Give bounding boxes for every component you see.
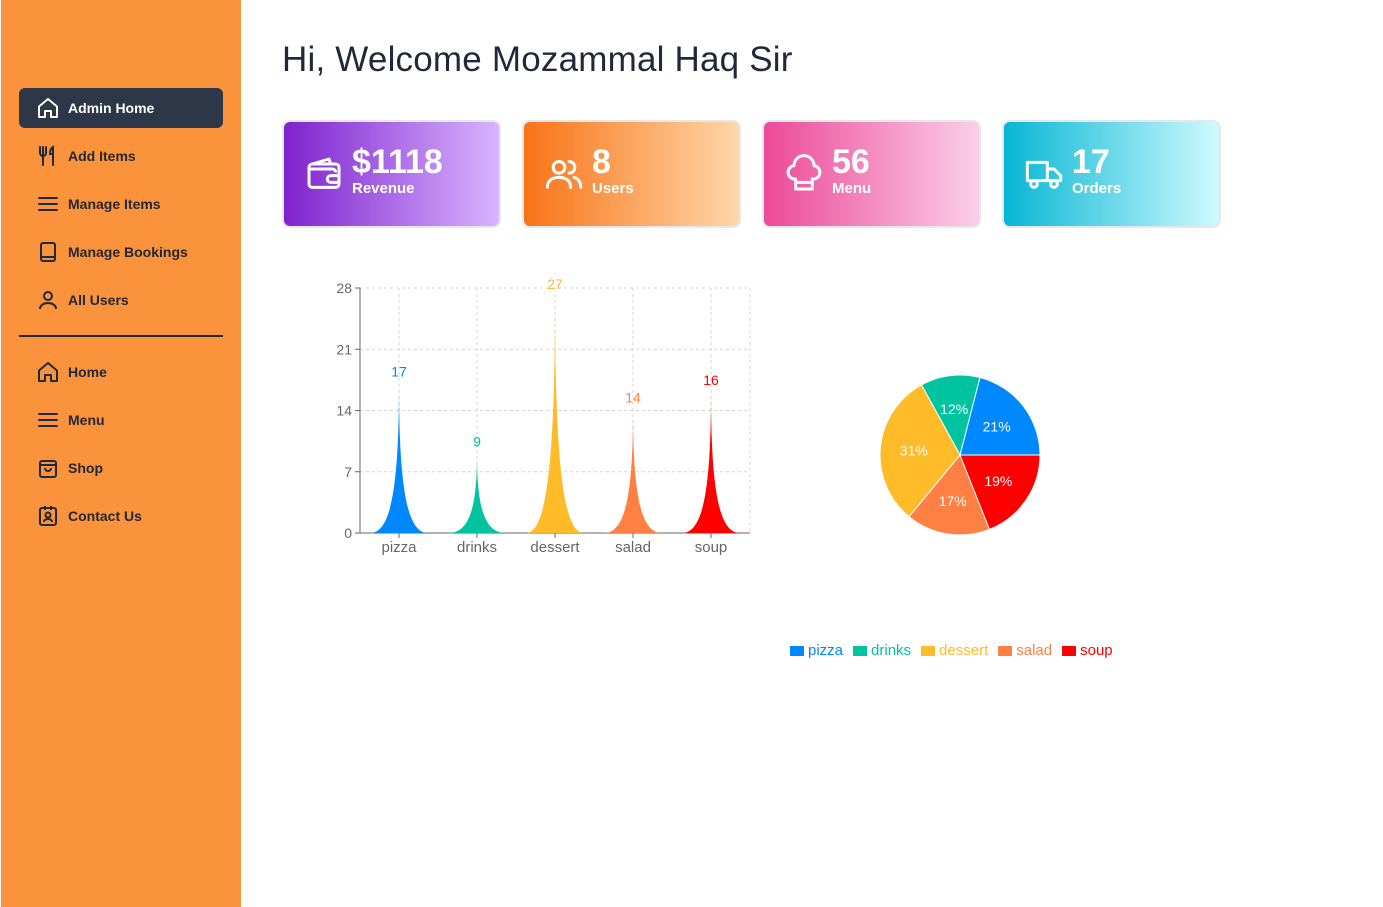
bar-drinks — [448, 454, 506, 533]
stat-value: $1118 — [352, 143, 443, 181]
pie-slice-label: 31% — [900, 443, 928, 459]
sidebar-item-add-items[interactable]: Add Items — [19, 136, 223, 176]
sidebar-item-label: All Users — [68, 292, 129, 308]
bar-data-label: 16 — [703, 372, 719, 388]
sidebar-item-label: Admin Home — [68, 100, 155, 116]
pie-chart: 21% 12% 31% 17% 19% — [879, 374, 1041, 536]
x-tick-label: salad — [615, 539, 651, 556]
utensils-icon — [36, 144, 68, 168]
menu-lines-icon — [36, 408, 68, 432]
menu-lines-icon — [36, 192, 68, 216]
pie-slice-label: 21% — [983, 419, 1011, 435]
stat-label: Menu — [832, 180, 872, 197]
admin-nav: Admin Home Add Items Manage Items Manage Bo… — [19, 88, 223, 328]
stat-label: Revenue — [352, 180, 415, 197]
shopping-bag-icon — [36, 456, 68, 480]
pie-slice-label: 19% — [984, 473, 1012, 489]
truck-icon — [1024, 154, 1064, 194]
sidebar-item-manage-bookings[interactable]: Manage Bookings — [19, 232, 223, 272]
stat-card-menu: 56 Menu — [762, 120, 981, 228]
legend-label: drinks — [871, 642, 912, 659]
sidebar-item-admin-home[interactable]: Admin Home — [19, 88, 223, 128]
x-tick-label: soup — [695, 539, 728, 556]
sidebar-item-label: Add Items — [68, 148, 136, 164]
pie-legend: pizza drinks dessert salad soup — [790, 642, 1123, 659]
chef-hat-icon — [784, 154, 824, 194]
sidebar-divider — [19, 335, 223, 337]
legend-swatch — [921, 645, 936, 656]
sidebar-item-label: Menu — [68, 412, 105, 428]
sidebar-item-label: Manage Items — [68, 196, 161, 212]
sidebar-item-label: Home — [68, 364, 107, 380]
stat-card-revenue: $1118 Revenue — [282, 120, 501, 228]
home-icon — [36, 96, 68, 120]
legend-item-dessert: dessert — [921, 642, 988, 659]
legend-label: soup — [1080, 642, 1113, 659]
stat-value: 56 — [832, 143, 870, 181]
legend-item-soup: soup — [1062, 642, 1113, 659]
bar-data-label: 17 — [391, 363, 407, 379]
sidebar-item-manage-items[interactable]: Manage Items — [19, 184, 223, 224]
legend-item-salad: salad — [998, 642, 1052, 659]
bar-data-label: 9 — [473, 433, 481, 449]
legend-swatch — [1062, 645, 1077, 656]
bar-dessert — [526, 296, 584, 533]
bar-chart: 0 7 14 21 28 17 pizza 9 drinks 27 dessert 14 salad 16… — [336, 276, 751, 556]
sidebar-item-label: Contact Us — [68, 508, 142, 524]
x-tick-label: drinks — [457, 539, 497, 556]
sidebar: Admin Home Add Items Manage Items Manage Bo… — [1, 0, 241, 907]
contact-card-icon — [36, 504, 68, 528]
sidebar-item-shop[interactable]: Shop — [19, 448, 223, 488]
sidebar-item-all-users[interactable]: All Users — [19, 280, 223, 320]
sidebar-item-home[interactable]: Home — [19, 352, 223, 392]
y-tick-label: 21 — [336, 341, 352, 357]
users-icon — [544, 154, 584, 194]
y-tick-label: 7 — [344, 464, 352, 480]
pie-slice-label: 17% — [939, 493, 967, 509]
x-tick-label: dessert — [530, 539, 580, 556]
y-tick-label: 0 — [344, 525, 352, 541]
stat-card-users: 8 Users — [522, 120, 741, 228]
bar-soup — [682, 393, 740, 533]
page-title: Hi, Welcome Mozammal Haq Sir — [282, 40, 793, 79]
bar-data-label: 14 — [625, 390, 641, 406]
y-tick-label: 14 — [336, 403, 352, 419]
home-icon — [36, 360, 68, 384]
legend-swatch — [790, 645, 804, 656]
bar-data-label: 27 — [547, 276, 563, 292]
legend-swatch — [853, 645, 868, 656]
stat-label: Users — [592, 180, 634, 197]
legend-item-pizza: pizza — [790, 642, 843, 659]
legend-item-drinks: drinks — [853, 642, 911, 659]
x-tick-label: pizza — [381, 539, 417, 556]
sidebar-item-label: Manage Bookings — [68, 244, 188, 260]
stat-card-orders: 17 Orders — [1002, 120, 1221, 228]
wallet-icon — [304, 154, 344, 194]
stat-value: 17 — [1072, 143, 1110, 181]
legend-label: dessert — [939, 642, 989, 659]
pie-slice-label: 12% — [940, 401, 968, 417]
y-tick-label: 28 — [336, 280, 352, 296]
sidebar-item-contact-us[interactable]: Contact Us — [19, 496, 223, 536]
stat-value: 8 — [592, 143, 611, 181]
book-icon — [36, 240, 68, 264]
stat-label: Orders — [1072, 180, 1122, 197]
legend-label: pizza — [808, 642, 844, 659]
site-nav: Home Menu Shop Contact Us — [19, 352, 223, 544]
legend-swatch — [998, 645, 1013, 656]
legend-label: salad — [1016, 642, 1053, 659]
sidebar-item-menu[interactable]: Menu — [19, 400, 223, 440]
user-icon — [36, 288, 68, 312]
sidebar-item-label: Shop — [68, 460, 103, 476]
bar-pizza — [370, 384, 428, 533]
